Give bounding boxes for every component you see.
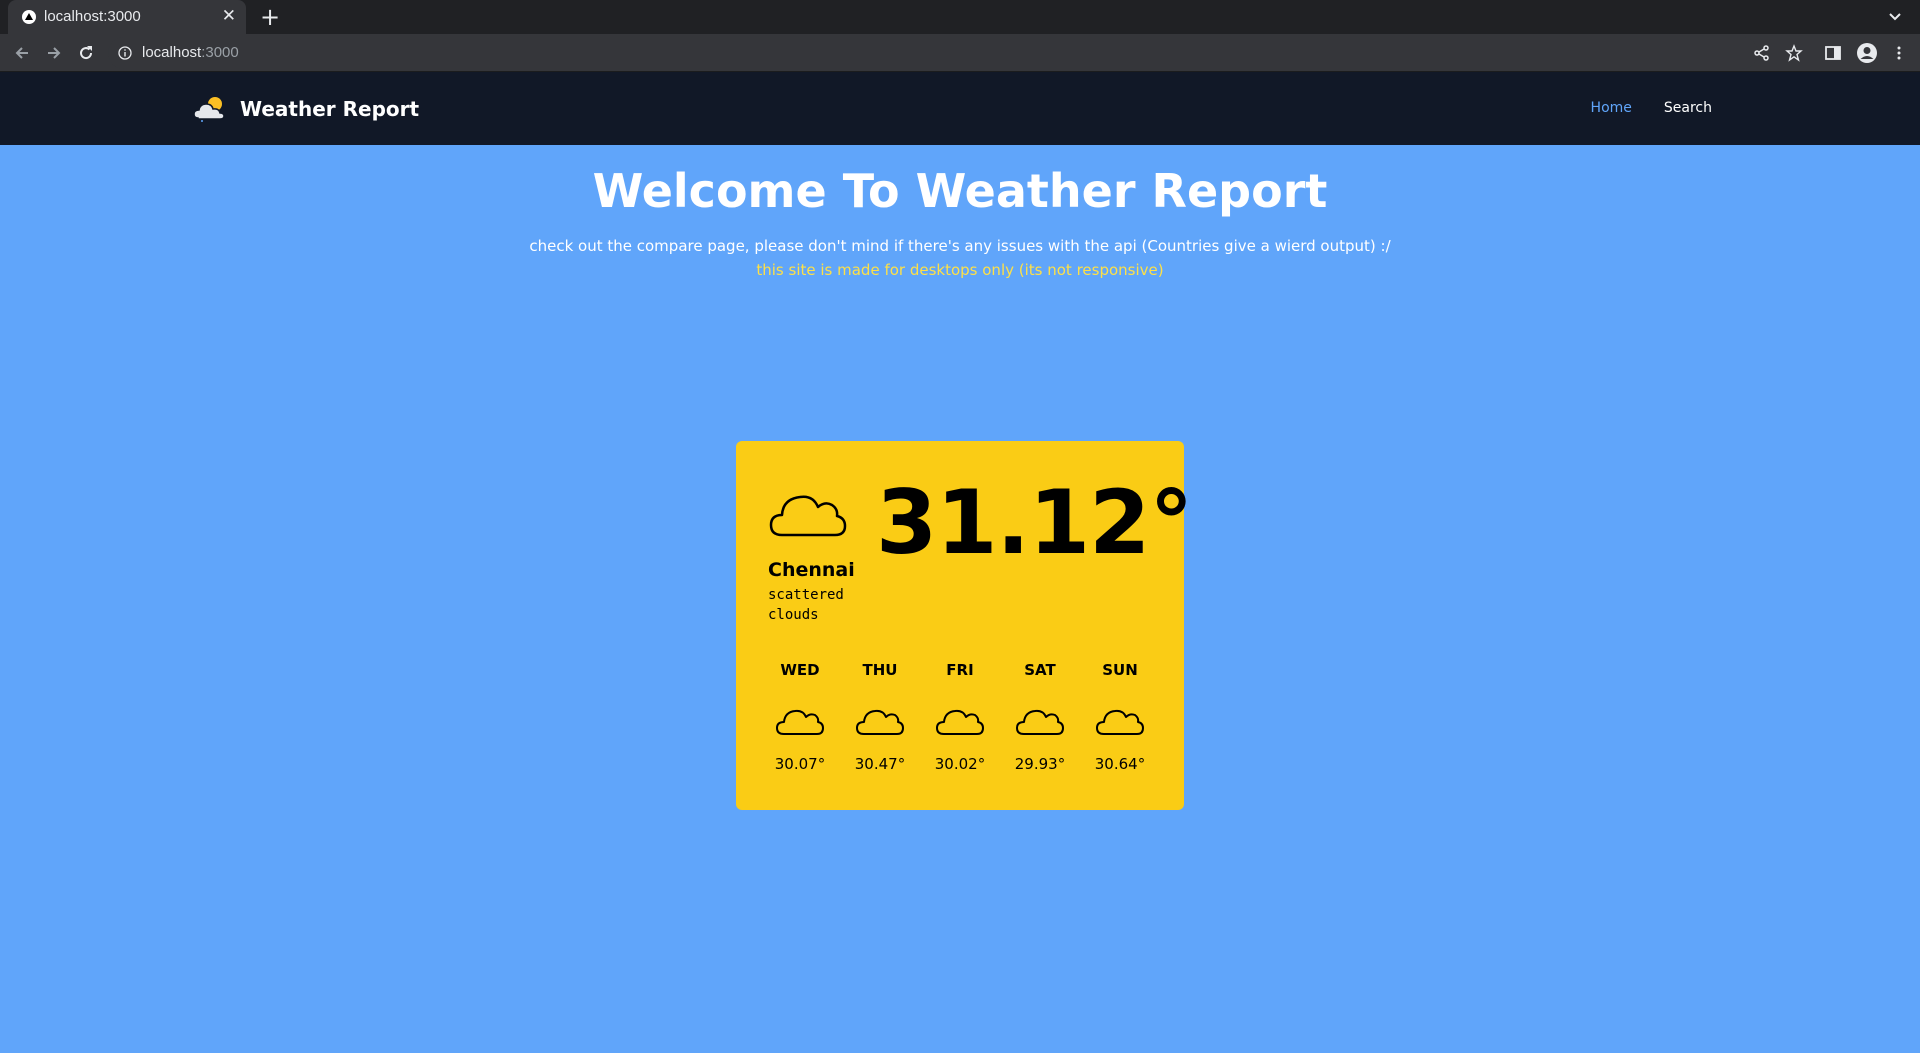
forward-icon[interactable] — [44, 43, 64, 63]
site-header: Weather Report Home Search — [0, 72, 1920, 145]
forecast-day: SUN 30.64° — [1080, 659, 1160, 773]
cloud-icon — [776, 709, 824, 735]
new-tab-icon[interactable]: + — [260, 3, 280, 31]
forecast-day: FRI 30.02° — [920, 659, 1000, 773]
tab-title: localhost:3000 — [44, 8, 141, 25]
browser-tab[interactable]: localhost:3000 ✕ — [8, 0, 246, 34]
favicon-icon — [22, 10, 36, 24]
brand[interactable]: Weather Report — [192, 94, 419, 124]
browser-toolbar: localhost:3000 — [0, 34, 1920, 72]
nav-home-link[interactable]: Home — [1591, 100, 1632, 116]
forecast-temp: 30.47° — [854, 755, 906, 773]
forecast-day-name: SUN — [1102, 661, 1138, 679]
close-tab-icon[interactable]: ✕ — [222, 6, 236, 26]
forecast-day: WED 30.07° — [760, 659, 840, 773]
cloud-icon — [936, 709, 984, 735]
share-icon[interactable] — [1753, 44, 1771, 62]
address-bar[interactable]: localhost:3000 — [108, 37, 1758, 69]
site-info-icon[interactable] — [118, 46, 132, 60]
hero-subtitle: check out the compare page, please don't… — [529, 237, 1391, 255]
cloud-icon — [856, 709, 904, 735]
forecast-temp: 30.64° — [1094, 755, 1146, 773]
profile-avatar-icon[interactable] — [1856, 42, 1878, 64]
forecast-day-name: FRI — [946, 661, 974, 679]
forecast-list: WED 30.07° THU 30.47° FRI 30.02° SAT 29.… — [760, 659, 1160, 773]
page-title: Welcome To Weather Report — [592, 164, 1328, 218]
url-text: localhost:3000 — [142, 44, 239, 61]
side-panel-icon[interactable] — [1824, 44, 1842, 62]
forecast-temp: 29.93° — [1014, 755, 1066, 773]
reload-icon[interactable] — [76, 43, 96, 63]
hero-section: Welcome To Weather Report check out the … — [0, 145, 1920, 282]
brand-name: Weather Report — [240, 97, 420, 121]
browser-tab-bar: localhost:3000 ✕ + — [0, 0, 1920, 34]
back-icon[interactable] — [12, 43, 32, 63]
forecast-temp: 30.02° — [934, 755, 986, 773]
forecast-day-name: THU — [862, 661, 898, 679]
forecast-day-name: WED — [780, 661, 820, 679]
forecast-day: THU 30.47° — [840, 659, 920, 773]
bookmark-star-icon[interactable] — [1785, 44, 1803, 62]
forecast-temp: 30.07° — [774, 755, 826, 773]
browser-menu-icon[interactable] — [1890, 44, 1908, 62]
weather-description: scattered clouds — [768, 587, 844, 623]
forecast-day: SAT 29.93° — [1000, 659, 1080, 773]
cloud-icon — [1096, 709, 1144, 735]
main-nav: Home Search — [1591, 100, 1712, 116]
weather-card: 31.12° Chennai scattered clouds WED 30.0… — [736, 441, 1193, 810]
cloud-icon — [769, 495, 847, 537]
nav-search-link[interactable]: Search — [1664, 100, 1712, 116]
forecast-day-name: SAT — [1024, 661, 1056, 679]
hero-note: this site is made for desktops only (its… — [756, 261, 1164, 279]
weather-logo-icon — [193, 97, 225, 122]
cloud-icon — [1016, 709, 1064, 735]
tab-search-chevron-icon[interactable] — [1888, 10, 1902, 24]
city-name: Chennai — [768, 559, 855, 581]
current-temperature: 31.12° — [876, 471, 1193, 574]
